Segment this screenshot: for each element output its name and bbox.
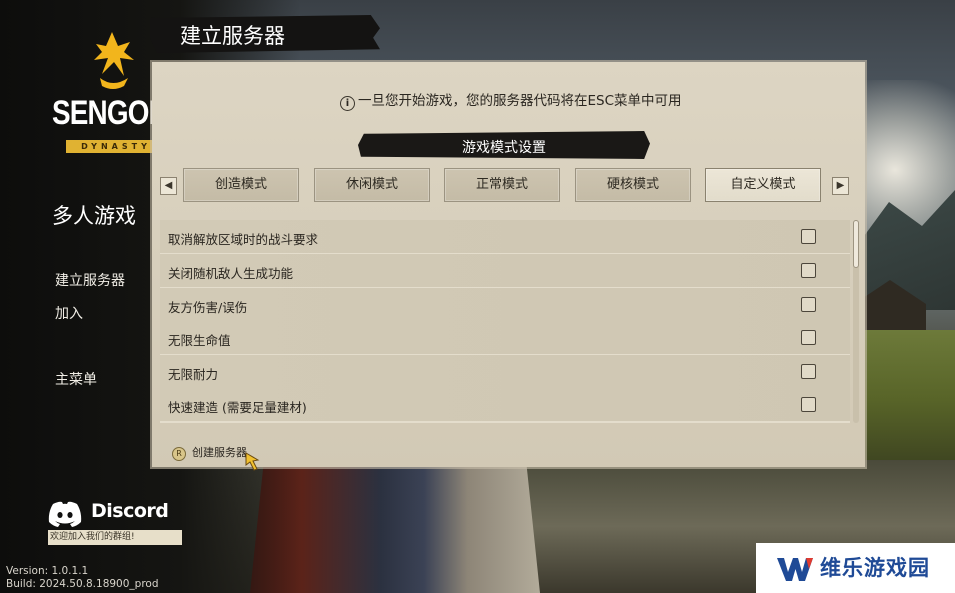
site-watermark: 维乐游戏园 — [756, 543, 955, 593]
logo-subtitle: DYNASTY — [66, 140, 166, 153]
scrollbar-thumb[interactable] — [853, 220, 859, 268]
discord-link[interactable]: Discord 欢迎加入我们的群组! — [48, 498, 182, 548]
option-label: 无限生命值 — [168, 333, 231, 348]
option-label: 友方伤害/误伤 — [168, 300, 248, 315]
options-scrollbar[interactable] — [853, 220, 859, 423]
tab-prev-button[interactable]: ◀ — [160, 177, 177, 195]
option-label: 关闭随机敌人生成功能 — [168, 266, 294, 281]
discord-wordmark: Discord — [91, 500, 169, 522]
build-line: Build: 2024.50.8.18900_prod — [6, 578, 159, 590]
hand-cursor-icon — [245, 452, 260, 471]
option-label: 无限耐力 — [168, 367, 219, 382]
option-label: 取消解放区域时的战斗要求 — [168, 232, 319, 247]
option-row[interactable]: 无限生命值 — [160, 321, 850, 356]
create-server-label: 创建服务器 — [192, 446, 247, 459]
tab-casual[interactable]: 休闲模式 — [314, 168, 430, 202]
options-list: 取消解放区域时的战斗要求 关闭随机敌人生成功能 友方伤害/误伤 无限生命值 无限… — [160, 220, 850, 425]
option-checkbox[interactable] — [801, 229, 816, 244]
tab-next-button[interactable]: ▶ — [832, 177, 849, 195]
sidebar-item-main-menu[interactable]: 主菜单 — [55, 369, 97, 389]
info-text: 一旦您开始游戏，您的服务器代码将在ESC菜单中可用 — [358, 93, 682, 109]
option-checkbox[interactable] — [801, 297, 816, 312]
discord-subtitle: 欢迎加入我们的群组! — [48, 530, 182, 545]
option-checkbox[interactable] — [801, 330, 816, 345]
tab-hardcore[interactable]: 硬核模式 — [575, 168, 691, 202]
chevron-left-icon: ◀ — [164, 180, 173, 191]
tab-custom[interactable]: 自定义模式 — [705, 168, 821, 202]
r-key-icon: R — [172, 447, 186, 461]
option-checkbox[interactable] — [801, 263, 816, 278]
page-title: 建立服务器 — [180, 24, 285, 48]
option-row[interactable]: 取消解放区域时的战斗要求 — [160, 220, 850, 255]
rice-field — [855, 330, 955, 470]
option-row[interactable]: 无限耐力 — [160, 355, 850, 390]
info-message: i 一旦您开始游戏，您的服务器代码将在ESC菜单中可用 — [340, 89, 682, 111]
watermark-text: 维乐游戏园 — [820, 556, 930, 580]
logo-wordmark: SENGOKU — [52, 94, 188, 132]
option-checkbox[interactable] — [801, 397, 816, 412]
sidebar-title: 多人游戏 — [52, 204, 136, 228]
version-info: Version: 1.0.1.1 Build: 2024.50.8.18900_… — [6, 565, 159, 591]
create-server-button[interactable]: R 创建服务器 — [172, 444, 247, 461]
tab-normal[interactable]: 正常模式 — [444, 168, 560, 202]
option-checkbox[interactable] — [801, 364, 816, 379]
discord-icon — [48, 501, 82, 527]
logo-emblem-icon — [94, 32, 134, 89]
option-label: 快速建造 (需要足量建材) — [168, 400, 307, 415]
watermark-logo-icon — [777, 558, 813, 581]
sidebar-item-join[interactable]: 加入 — [55, 303, 83, 323]
option-row[interactable]: 友方伤害/误伤 — [160, 288, 850, 323]
version-line: Version: 1.0.1.1 — [6, 565, 89, 577]
sidebar-item-create-server[interactable]: 建立服务器 — [55, 270, 125, 290]
tab-creative[interactable]: 创造模式 — [183, 168, 299, 202]
section-title: 游戏模式设置 — [462, 140, 546, 156]
option-row[interactable]: 关闭随机敌人生成功能 — [160, 254, 850, 289]
chevron-right-icon: ▶ — [836, 180, 845, 191]
option-row[interactable]: 快速建造 (需要足量建材) — [160, 388, 850, 423]
info-icon: i — [340, 96, 355, 111]
